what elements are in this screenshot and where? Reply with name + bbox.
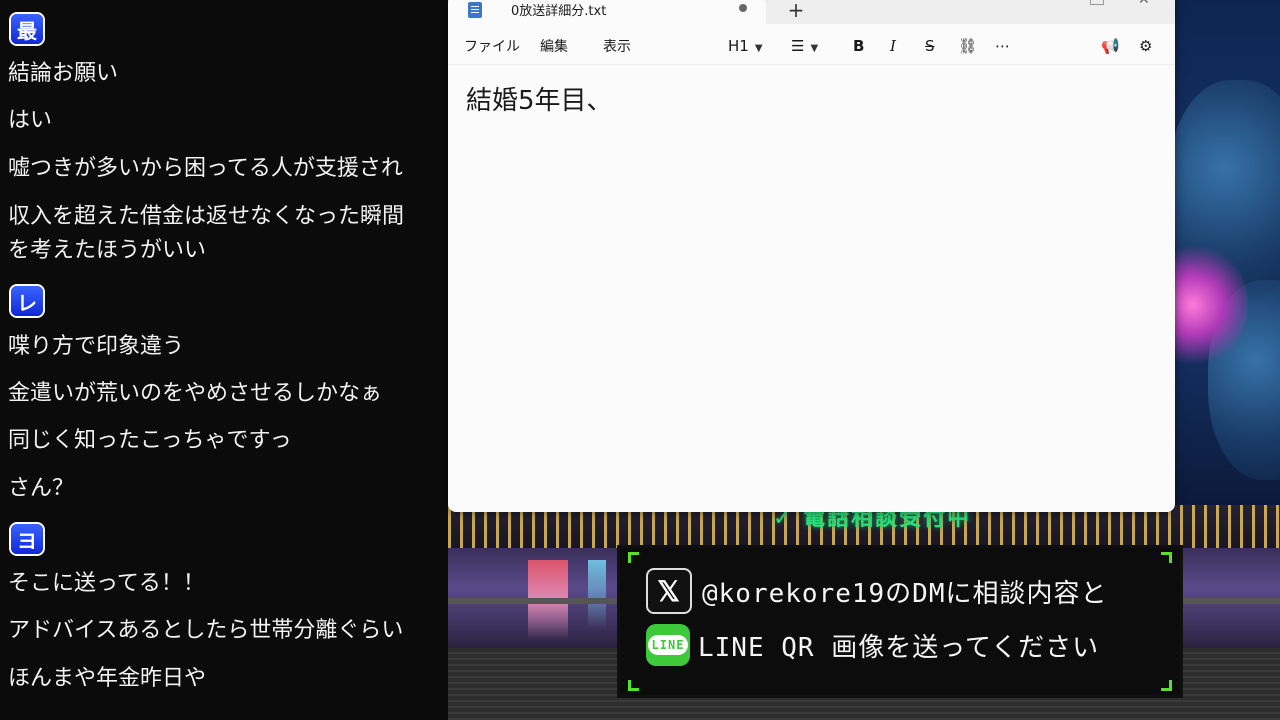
bold-button[interactable]: B	[853, 34, 864, 58]
consultation-info-card: 𝕏 @korekore19のDMに相談内容と LINE LINE QR 画像を送…	[617, 545, 1183, 698]
x-contact-text: @korekore19のDMに相談内容と	[702, 578, 1108, 609]
chat-message: 嘘つきが多いから困ってる人が支援され	[8, 156, 403, 181]
chat-message: 同じく知ったこっちゃですっ	[8, 428, 292, 453]
chat-message: アドバイスあるとしたら世帯分離ぐらい	[8, 618, 404, 643]
close-icon[interactable]: ✕	[1138, 0, 1150, 8]
heading-dropdown[interactable]: H1 ▼	[728, 34, 763, 58]
minimize-icon[interactable]	[1090, 0, 1104, 5]
file-tab[interactable]: 0放送詳細分.txt	[448, 0, 766, 26]
settings-gear-icon[interactable]: ⚙	[1139, 34, 1152, 58]
chevron-down-icon: ▼	[754, 43, 763, 54]
tab-title: 0放送詳細分.txt	[511, 4, 607, 19]
chat-user-badge: 最	[11, 14, 43, 44]
chat-message: 喋り方で印象違う	[8, 334, 185, 359]
x-contact-line: 𝕏 @korekore19のDMに相談内容と	[646, 568, 1108, 614]
reflection-glow	[588, 560, 606, 630]
notepad-icon	[468, 2, 482, 18]
menu-edit[interactable]: 編集	[540, 36, 568, 56]
x-logo-icon: 𝕏	[646, 568, 692, 614]
new-tab-button[interactable]: +	[784, 0, 808, 22]
heading-label: H1	[728, 37, 749, 55]
chat-message: 収入を超えた借金は返せなくなった瞬間	[8, 204, 405, 229]
menu-view[interactable]: 表示	[603, 36, 631, 56]
megaphone-icon[interactable]: 📢	[1101, 34, 1120, 58]
more-icon[interactable]: ⋯	[995, 34, 1010, 58]
line-logo-icon: LINE	[646, 624, 690, 666]
strikethrough-button[interactable]: S	[925, 34, 935, 58]
chevron-down-icon: ▼	[810, 43, 819, 54]
chat-user-badge: レ	[11, 286, 43, 316]
corner-bracket	[628, 680, 639, 691]
list-icon: ☰	[791, 37, 805, 55]
chat-message: 金遣いが荒いのをやめさせるしかなぁ	[8, 381, 383, 406]
corner-bracket	[628, 552, 639, 563]
editor-text[interactable]: 結婚5年目、	[466, 80, 613, 117]
chat-message: 結論お願い	[8, 61, 119, 86]
notepad-window: 0放送詳細分.txt + ✕ ファイル 編集 表示 H1 ▼ ☰ ▼ B I S ⛓…	[448, 0, 1175, 512]
link-icon[interactable]: ⛓	[958, 34, 977, 58]
italic-button[interactable]: I	[890, 34, 896, 58]
unsaved-indicator-icon[interactable]	[739, 4, 747, 12]
chat-message: そこに送ってる！！	[8, 571, 205, 596]
chat-message: ほんまや年金昨日や	[8, 666, 207, 691]
menu-bar: ファイル 編集 表示 H1 ▼ ☰ ▼ B I S ⛓ ⋯ 📢 ⚙	[448, 28, 1175, 65]
chat-panel: 最 結論お願い はい 嘘つきが多いから困ってる人が支援され 収入を超えた借金は返…	[0, 0, 448, 720]
chat-message-continuation: を考えたほうがいい	[8, 238, 207, 263]
line-contact-text: LINE QR 画像を送ってください	[698, 632, 1100, 663]
chat-message: はい	[8, 108, 53, 133]
corner-bracket	[1161, 680, 1172, 691]
line-contact-line: LINE LINE QR 画像を送ってください	[646, 624, 1099, 666]
list-dropdown[interactable]: ☰ ▼	[791, 34, 818, 58]
menu-file[interactable]: ファイル	[464, 36, 520, 56]
chat-user-badge: ヨ	[11, 524, 43, 554]
corner-bracket	[1161, 552, 1172, 563]
chat-message: さん？	[8, 476, 75, 501]
